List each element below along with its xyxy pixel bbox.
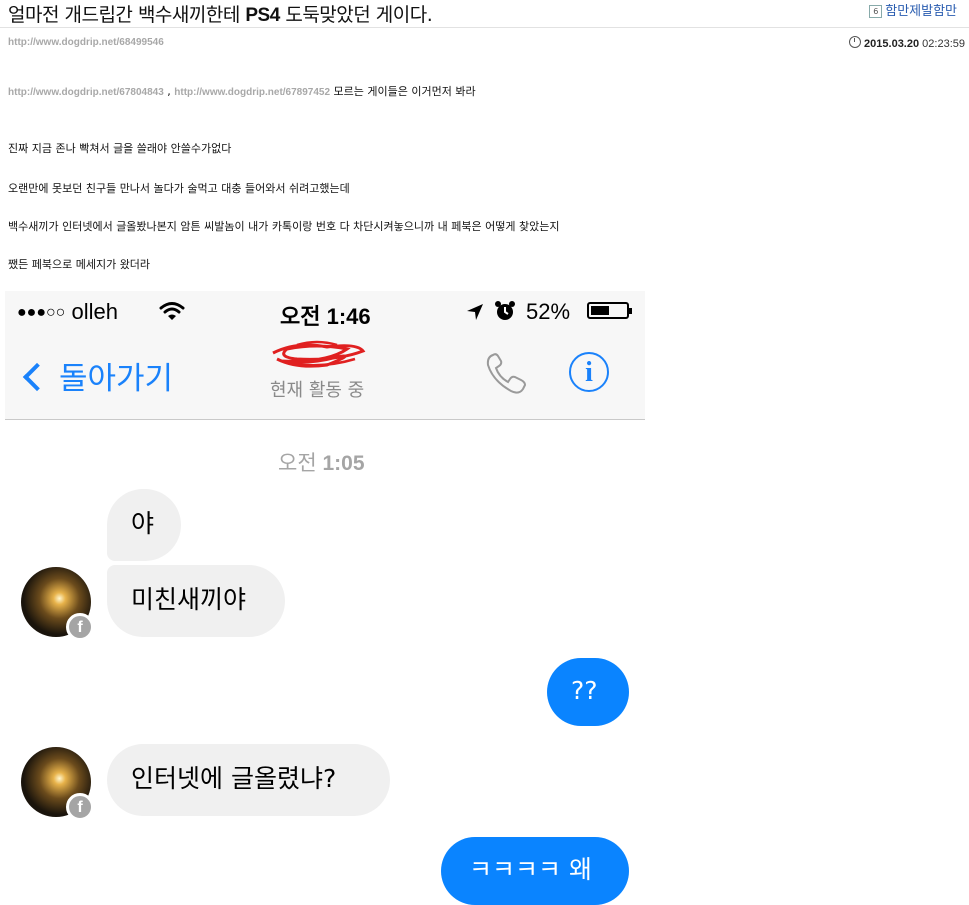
link-separator: , xyxy=(163,85,175,98)
reference-link-2[interactable]: http://www.dogdrip.net/67897452 xyxy=(174,87,330,98)
battery-icon xyxy=(587,302,632,319)
facebook-badge-icon: f xyxy=(66,613,94,641)
facebook-badge-icon: f xyxy=(66,793,94,821)
alarm-icon xyxy=(495,301,515,320)
redacted-contact-name xyxy=(272,340,366,368)
post-time: 02:23:59 xyxy=(922,38,965,50)
clock-icon xyxy=(849,36,862,48)
messenger-header: ●●●○○ olleh 오전 1:46 52% 돌아가기 현재 활동 중 i xyxy=(5,291,645,420)
reference-link-1[interactable]: http://www.dogdrip.net/67804843 xyxy=(8,87,164,98)
message-bubble-received[interactable]: 인터넷에 글올렸냐? xyxy=(107,744,390,816)
message-bubble-sent[interactable]: ?? xyxy=(547,658,629,726)
battery-fill xyxy=(591,306,609,315)
back-button[interactable]: 돌아가기 xyxy=(19,353,173,398)
contact-status: 현재 활동 중 xyxy=(270,380,365,401)
body-paragraph: 오랜만에 못보던 친구들 만나서 놀다가 술먹고 대충 들어와서 쉬려고했는데 xyxy=(8,182,350,195)
message-bubble-sent[interactable]: ㅋㅋㅋㅋ 왜 xyxy=(441,837,629,905)
header-divider xyxy=(0,27,969,28)
wifi-icon xyxy=(159,302,185,320)
post-title-text-end: 도둑맞았던 게이다. xyxy=(279,4,433,26)
author-link[interactable]: 6 함만제발함만 xyxy=(869,0,957,19)
post-title-bold: PS4 xyxy=(245,5,280,26)
timestamp-time: 1:05 xyxy=(322,452,365,475)
timestamp-ampm: 오전 xyxy=(278,452,323,475)
message-bubble-received[interactable]: 미친새끼야 xyxy=(107,565,285,637)
back-label: 돌아가기 xyxy=(59,361,174,397)
status-signal: ●●●○○ olleh xyxy=(17,299,118,325)
post-date: 2015.03.20 xyxy=(864,38,920,50)
body-paragraph: 백수새끼가 인터넷에서 글올봤나본지 암튼 씨발놈이 내가 카톡이랑 번호 다 … xyxy=(8,220,560,233)
post-title-text: 얼마전 개드립간 백수새끼한테 xyxy=(8,4,246,26)
reference-note: 모르는 게이들은 이거먼저 봐라 xyxy=(330,85,476,98)
chevron-left-icon xyxy=(22,362,52,392)
body-paragraph: 진짜 지금 존나 빡쳐서 글을 쓸래야 안쓸수가없다 xyxy=(8,142,232,155)
author-name[interactable]: 함만제발함만 xyxy=(885,4,957,19)
signal-dots: ●●●○○ xyxy=(17,304,66,321)
post-url[interactable]: http://www.dogdrip.net/68499546 xyxy=(8,37,164,48)
message-bubble-received[interactable]: 야 xyxy=(107,489,181,561)
post-datetime: 2015.03.20 02:23:59 xyxy=(849,36,965,50)
post-title: 얼마전 개드립간 백수새끼한테 PS4 도둑맞았던 게이다. xyxy=(8,0,433,27)
body-paragraph: 쨌든 페북으로 메세지가 왔더라 xyxy=(8,258,151,271)
level-badge-icon: 6 xyxy=(869,5,883,18)
battery-percent: 52% xyxy=(526,299,571,324)
reference-links: http://www.dogdrip.net/67804843 , http:/… xyxy=(8,83,476,99)
status-clock: 오전 1:46 xyxy=(280,304,371,329)
carrier-name: olleh xyxy=(71,299,118,324)
chat-timestamp: 오전 1:05 xyxy=(278,447,365,477)
phone-icon[interactable] xyxy=(483,351,529,397)
info-icon[interactable]: i xyxy=(569,352,609,392)
location-arrow-icon xyxy=(467,304,483,320)
